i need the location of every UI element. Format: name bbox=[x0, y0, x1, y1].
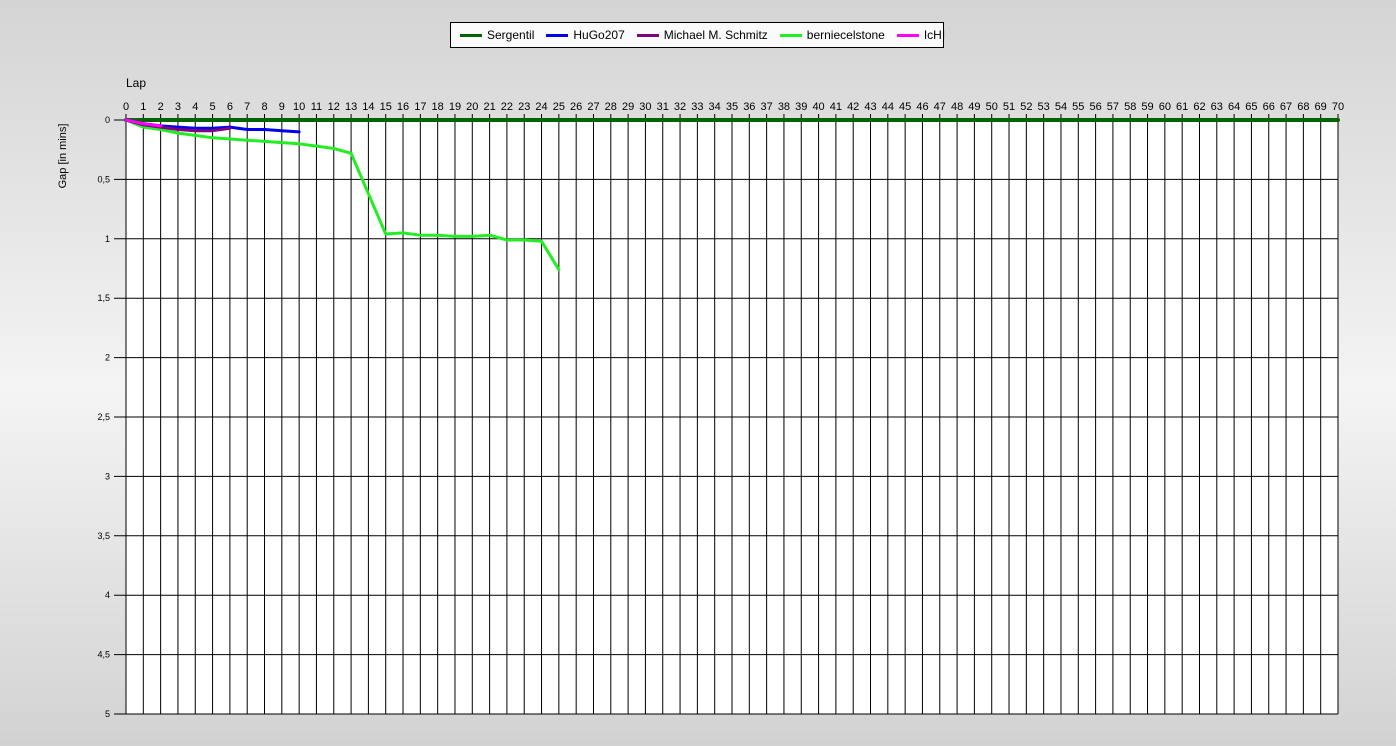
x-tick-label: 37 bbox=[761, 101, 773, 113]
x-tick-label: 14 bbox=[362, 101, 374, 113]
x-tick-label: 55 bbox=[1072, 101, 1084, 113]
x-tick-label: 46 bbox=[916, 101, 928, 113]
x-tick-label: 36 bbox=[743, 101, 755, 113]
x-tick-label: 5 bbox=[210, 101, 216, 113]
x-tick-label: 40 bbox=[812, 101, 824, 113]
x-tick-label: 35 bbox=[726, 101, 738, 113]
x-tick-label: 69 bbox=[1315, 101, 1327, 113]
x-tick-label: 29 bbox=[622, 101, 634, 113]
x-tick-label: 6 bbox=[227, 101, 233, 113]
x-tick-label: 17 bbox=[414, 101, 426, 113]
x-tick-label: 31 bbox=[657, 101, 669, 113]
x-tick-label: 16 bbox=[397, 101, 409, 113]
x-tick-label: 62 bbox=[1193, 101, 1205, 113]
x-tick-label: 30 bbox=[639, 101, 651, 113]
x-tick-label: 61 bbox=[1176, 101, 1188, 113]
x-tick-label: 4 bbox=[192, 101, 198, 113]
x-tick-label: 7 bbox=[244, 101, 250, 113]
x-axis-ticks: 0 1 2 3 4 5 6 7 8 9 10 11 12 13 14 15 16 17 18 19 20 21 22 23 24… bbox=[123, 101, 1344, 113]
x-tick-label: 59 bbox=[1141, 101, 1153, 113]
x-tick-label: 52 bbox=[1020, 101, 1032, 113]
x-tick-label: 27 bbox=[587, 101, 599, 113]
x-tick-label: 43 bbox=[864, 101, 876, 113]
x-tick-label: 3 bbox=[175, 101, 181, 113]
chart-plot: 0 1 2 3 4 5 6 7 8 9 10 11 12 13 14 15 16 17 18 19 20 21 22 23 24… bbox=[57, 76, 1344, 719]
x-tick-label: 28 bbox=[605, 101, 617, 113]
x-tick-label: 58 bbox=[1124, 101, 1136, 113]
x-tick-label: 26 bbox=[570, 101, 582, 113]
x-tick-label: 23 bbox=[518, 101, 530, 113]
x-tick-label: 41 bbox=[830, 101, 842, 113]
x-tick-label: 70 bbox=[1332, 101, 1344, 113]
x-tick-label: 18 bbox=[432, 101, 444, 113]
x-tick-label: 22 bbox=[501, 101, 513, 113]
y-tick-label: 4,5 bbox=[97, 650, 110, 660]
y-tick-label: 3,5 bbox=[97, 531, 110, 541]
x-tick-label: 45 bbox=[899, 101, 911, 113]
x-tick-label: 57 bbox=[1107, 101, 1119, 113]
x-tick-label: 11 bbox=[311, 101, 322, 113]
x-tick-label: 21 bbox=[483, 101, 495, 113]
y-tick-label: 2,5 bbox=[97, 412, 110, 422]
y-tick-label: 0 bbox=[105, 115, 110, 125]
x-tick-label: 2 bbox=[158, 101, 164, 113]
x-tick-label: 44 bbox=[882, 101, 894, 113]
x-tick-label: 12 bbox=[328, 101, 340, 113]
x-tick-label: 49 bbox=[968, 101, 980, 113]
x-tick-label: 13 bbox=[345, 101, 357, 113]
x-tick-label: 32 bbox=[674, 101, 686, 113]
x-tick-label: 65 bbox=[1245, 101, 1257, 113]
y-tick-label: 1,5 bbox=[97, 293, 110, 303]
x-tick-label: 60 bbox=[1159, 101, 1171, 113]
x-tick-label: 19 bbox=[449, 101, 461, 113]
y-tick-label: 4 bbox=[105, 590, 110, 600]
y-tick-label: 5 bbox=[105, 709, 110, 719]
x-tick-label: 68 bbox=[1297, 101, 1309, 113]
x-tick-label: 25 bbox=[553, 101, 565, 113]
x-tick-label: 39 bbox=[795, 101, 807, 113]
x-tick-label: 66 bbox=[1263, 101, 1275, 113]
x-tick-label: 42 bbox=[847, 101, 859, 113]
x-axis-label: Lap bbox=[126, 76, 146, 90]
x-tick-label: 38 bbox=[778, 101, 790, 113]
x-tick-label: 15 bbox=[380, 101, 392, 113]
x-tick-label: 24 bbox=[535, 101, 547, 113]
x-tick-label: 1 bbox=[140, 101, 146, 113]
y-axis-ticks: 0 0,5 1 1,5 2 2,5 3 3,5 4 4,5 5 bbox=[97, 115, 110, 719]
y-tick-label: 3 bbox=[105, 471, 110, 481]
y-tick-label: 1 bbox=[105, 234, 110, 244]
x-tick-label: 8 bbox=[261, 101, 267, 113]
x-tick-label: 63 bbox=[1211, 101, 1223, 113]
x-tick-label: 67 bbox=[1280, 101, 1292, 113]
y-tick-label: 2 bbox=[105, 353, 110, 363]
y-axis-label: Gap [in mins] bbox=[57, 124, 69, 189]
x-tick-label: 9 bbox=[279, 101, 285, 113]
x-tick-label: 33 bbox=[691, 101, 703, 113]
x-tick-label: 48 bbox=[951, 101, 963, 113]
x-tick-label: 47 bbox=[934, 101, 946, 113]
x-tick-label: 53 bbox=[1038, 101, 1050, 113]
x-tick-label: 54 bbox=[1055, 101, 1067, 113]
x-tick-label: 0 bbox=[123, 101, 129, 113]
x-tick-label: 56 bbox=[1089, 101, 1101, 113]
x-tick-label: 34 bbox=[709, 101, 721, 113]
x-tick-label: 64 bbox=[1228, 101, 1240, 113]
x-tick-label: 10 bbox=[293, 101, 305, 113]
x-tick-label: 50 bbox=[986, 101, 998, 113]
x-tick-label: 20 bbox=[466, 101, 478, 113]
x-tick-label: 51 bbox=[1003, 101, 1015, 113]
y-tick-label: 0,5 bbox=[97, 174, 110, 184]
